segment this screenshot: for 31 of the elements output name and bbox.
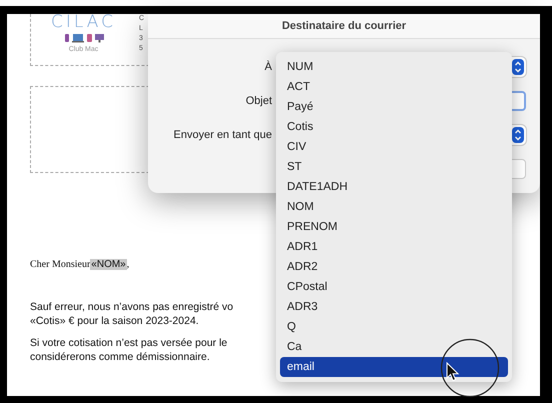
menu-item[interactable]: CIV: [280, 137, 508, 157]
menu-item[interactable]: NUM: [280, 57, 508, 77]
punctuation-text: ,: [126, 259, 130, 270]
logo-wordmark: CILAC: [51, 14, 116, 31]
menu-item[interactable]: NOM: [280, 197, 508, 217]
letter-paragraph: Sauf erreur, nous n’avons pas enregistré vo «Cotis» € pour la saison 2023-2024.: [30, 300, 234, 328]
stepper-icon: [512, 127, 524, 143]
menu-item[interactable]: Ca: [280, 337, 508, 357]
letter-paragraph: Si votre cotisation n’est pas versée pour le considérerons comme démissionnaire.: [30, 336, 228, 364]
merge-field: «NOM»: [90, 259, 127, 270]
stepper-icon: [512, 59, 524, 75]
menu-item[interactable]: Q: [280, 317, 508, 337]
menu-item[interactable]: CPostal: [280, 277, 508, 297]
menu-item[interactable]: PRENOM: [280, 217, 508, 237]
menu-item[interactable]: ACT: [280, 77, 508, 97]
menu-item[interactable]: Cotis: [280, 117, 508, 137]
dialog-title: Destinataire du courrier: [282, 20, 406, 32]
field-label: Objet: [244, 95, 273, 107]
menu-item[interactable]: DATE1ADH: [280, 177, 508, 197]
devices-drawing: [64, 34, 104, 43]
click-circle-icon: [440, 338, 500, 398]
pointer-icon: [446, 362, 460, 382]
menu-item[interactable]: ST: [280, 157, 508, 177]
menu-item[interactable]: ADR3: [280, 297, 508, 317]
menu-item[interactable]: ADR2: [280, 257, 508, 277]
menu-item[interactable]: Payé: [280, 97, 508, 117]
field-label: Envoyer en tant que: [172, 129, 273, 141]
salutation-text: Cher Monsieur: [30, 259, 90, 270]
menu-item[interactable]: ADR1: [280, 237, 508, 257]
field-label: À: [264, 61, 273, 73]
menu-item[interactable]: email: [280, 357, 508, 377]
